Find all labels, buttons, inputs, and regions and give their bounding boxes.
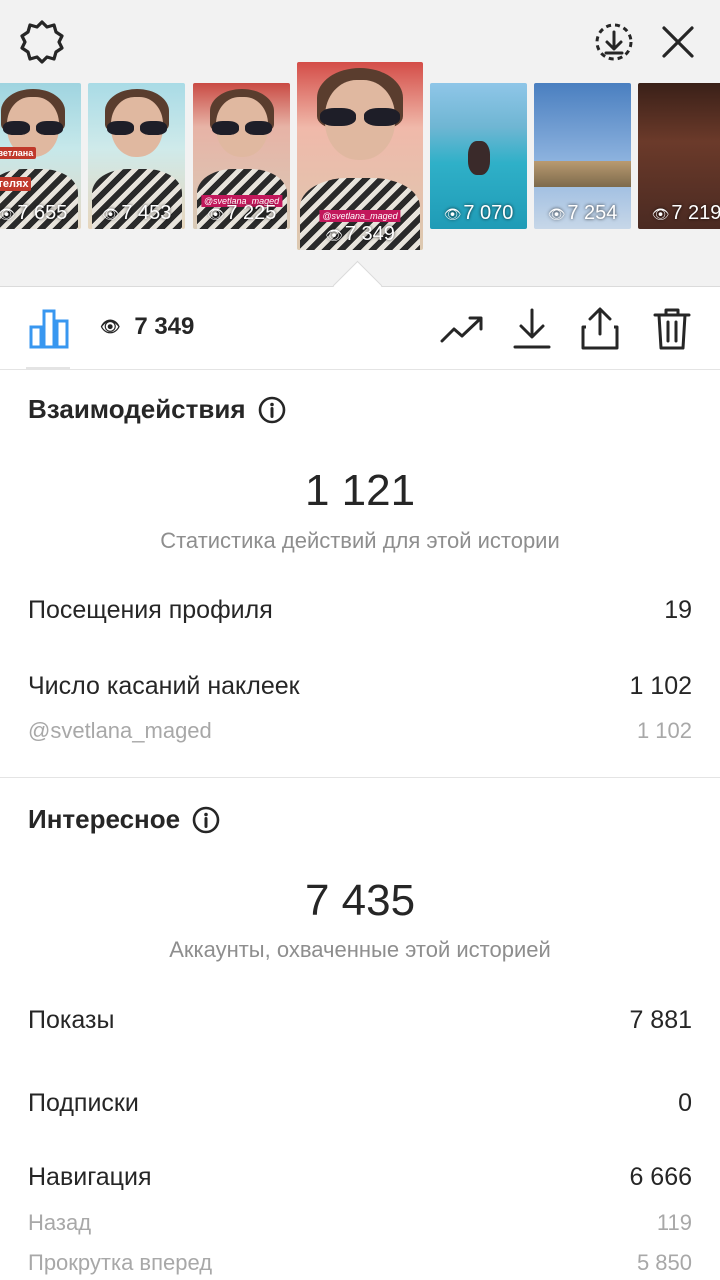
thumbnail-views: 7 453 (121, 202, 172, 224)
story-thumbnails: Светлана отелях 👁7 655 👁7 453 @svetlana_… (0, 0, 720, 286)
eye-icon: 👁 (325, 227, 343, 243)
story-thumbnail-selected[interactable]: @svetlana_maged 👁 7 349 (297, 62, 423, 250)
forward-label: Прокрутка вперед (28, 1250, 213, 1275)
story-thumbnail[interactable]: 👁 7 254 (534, 83, 631, 229)
discovery-title: Интересное (28, 804, 181, 834)
eye-icon: 👁 (547, 206, 566, 222)
thumbnail-caption: отелях (0, 177, 32, 191)
navigation-value: 6 666 (629, 1163, 692, 1191)
story-strip-area: Светлана отелях 👁7 655 👁7 453 @svetlana_… (0, 0, 720, 311)
thumbnail-views: 7 349 (344, 223, 395, 245)
thumbnail-views: 7 219 (671, 202, 720, 224)
thumbnail-views: 7 225 (226, 202, 277, 224)
reach-total: 7 435 (304, 876, 416, 925)
discovery-section-title: Интересное (28, 804, 220, 835)
download-icon[interactable] (510, 307, 554, 351)
thumbnail-views: 7 655 (17, 202, 68, 224)
eye-icon: 👁 (0, 206, 16, 222)
promote-trend-icon[interactable] (440, 307, 484, 351)
eye-icon: 👁 (651, 206, 670, 222)
story-thumbnail[interactable]: 👁 7 453 (88, 83, 185, 229)
follows-value: 0 (678, 1089, 692, 1117)
eye-icon: 👁 (206, 206, 225, 222)
back-value: 119 (656, 1210, 692, 1235)
eye-icon: 👁 (100, 319, 121, 336)
impressions-label: Показы (28, 1006, 115, 1034)
interactions-subtitle: Статистика действий для этой истории (160, 528, 560, 553)
sticker-handle-label: @svetlana_maged (28, 718, 212, 743)
thumbnail-views: 7 070 (463, 202, 514, 224)
section-divider (0, 777, 720, 778)
forward-value: 5 850 (636, 1250, 692, 1275)
story-thumbnail[interactable]: Светлана отелях 👁7 655 (0, 83, 81, 229)
thumbnail-caption: Светлана (0, 147, 37, 159)
eye-icon: 👁 (101, 206, 120, 222)
thumbnail-views: 7 254 (567, 202, 618, 224)
info-icon[interactable] (258, 396, 286, 424)
interactions-title: Взаимодействия (28, 394, 246, 424)
sticker-handle-value: 1 102 (636, 718, 692, 743)
profile-visits-label: Посещения профиля (28, 596, 273, 624)
sticker-taps-value: 1 102 (629, 672, 692, 700)
active-tab-indicator (26, 367, 70, 369)
reach-subtitle: Аккаунты, охваченные этой историей (169, 937, 551, 962)
interactions-section-title: Взаимодействия (28, 394, 286, 425)
info-icon[interactable] (192, 806, 220, 834)
profile-visits-value: 19 (664, 596, 692, 624)
thumbnail-mention-tag: @svetlana_maged (319, 210, 401, 222)
share-icon[interactable] (578, 307, 622, 351)
views-count: 👁 7 349 (100, 313, 194, 341)
sticker-taps-label: Число касаний наклеек (28, 672, 300, 700)
navigation-label: Навигация (28, 1163, 152, 1191)
back-label: Назад (28, 1210, 92, 1235)
follows-label: Подписки (28, 1089, 139, 1117)
views-count-value: 7 349 (134, 313, 195, 340)
eye-icon: 👁 (443, 206, 462, 222)
insights-toolbar: 👁 7 349 (0, 287, 720, 370)
bar-chart-icon[interactable] (28, 307, 70, 349)
impressions-value: 7 881 (629, 1006, 692, 1034)
story-thumbnail[interactable]: 👁 7 219 (638, 83, 720, 229)
story-thumbnail[interactable]: 👁 7 070 (430, 83, 527, 229)
story-thumbnail[interactable]: @svetlana_maged 👁 7 225 (193, 83, 290, 229)
trash-icon[interactable] (650, 307, 694, 351)
interactions-total: 1 121 (304, 466, 416, 515)
